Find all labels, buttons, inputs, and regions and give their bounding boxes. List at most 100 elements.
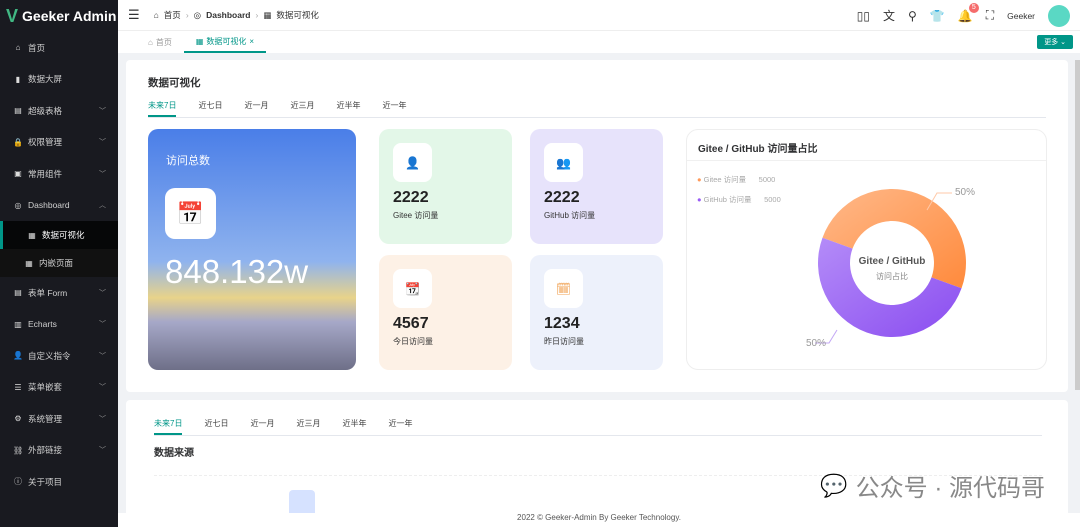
range-tab[interactable]: 近七日 [204, 418, 228, 435]
grid-icon: ▦ [263, 9, 272, 20]
sidebar-item[interactable]: ◎ Dashboard ︿ [0, 190, 118, 222]
bell-icon[interactable]: 🔔 5 [958, 2, 979, 23]
collapse-menu-icon[interactable]: ☰ [128, 7, 140, 23]
home-icon: ⌂ [148, 37, 153, 47]
source-title: 数据来源 [154, 448, 194, 459]
range-tab[interactable]: 近七日 [198, 100, 222, 117]
sidebar-item-label: 表单 Form [28, 287, 68, 298]
footer: 2022 © Geeker-Admin By Geeker Technology… [118, 513, 1080, 527]
tab-home[interactable]: ⌂ 首页 [136, 31, 184, 53]
range-tab[interactable]: 近半年 [336, 100, 360, 117]
menu-icon: ☰ [14, 382, 22, 392]
app-logo[interactable]: V Geeker Admin [0, 0, 118, 32]
user-icon: 👤 [13, 351, 23, 361]
sidebar-item-label: Dashboard [28, 200, 70, 211]
search-icon[interactable]: ⚲ [908, 9, 917, 23]
range-tab[interactable]: 未来7日 [148, 100, 177, 117]
pie-center-title: Gitee / GitHub [858, 256, 926, 267]
range-tab[interactable]: 未来7日 [154, 418, 183, 435]
sidebar-item-label: 菜单嵌套 [28, 382, 63, 393]
scrollbar[interactable] [1075, 60, 1080, 390]
donut-chart [815, 189, 966, 344]
sidebar-item-label: 自定义指令 [28, 350, 71, 361]
breadcrumb-current: 数据可视化 [276, 10, 319, 20]
header: ☰ ⌂ 首页 › ◎ Dashboard › ▦ 数据可视化 ▯▯ 文 ⚲ 👕 🔔 5 ⛶ … [118, 0, 1080, 31]
sidebar-item[interactable]: ⓘ 关于项目 [0, 466, 118, 498]
sidebar-item-label: 内嵌页面 [39, 258, 74, 268]
theme-icon[interactable]: 👕 [930, 9, 945, 23]
tab-label: 数据可视化 [206, 36, 247, 46]
more-button[interactable]: 更多 ⌄ [1037, 35, 1073, 49]
avatar[interactable] [1048, 4, 1070, 27]
breadcrumb-dashboard[interactable]: Dashboard [206, 10, 250, 20]
range-tab[interactable]: 近三月 [290, 100, 314, 117]
stat-value: 2222 [544, 189, 580, 206]
sidebar-item-label: 权限管理 [28, 137, 63, 148]
watermark-text: 公众号 · 源代码哥 [855, 475, 1045, 502]
sidebar-item[interactable]: ▤ 表单 Form ﹀ [0, 277, 118, 309]
close-icon[interactable]: × [249, 37, 254, 46]
range-tab[interactable]: 近一年 [388, 418, 412, 435]
bar-chart-icon: ▮ [15, 74, 21, 84]
breadcrumb-home[interactable]: 首页 [164, 9, 181, 21]
sidebar-item[interactable]: ☰ 菜单嵌套 ﹀ [0, 372, 118, 404]
tab-data-visualization[interactable]: ▦ 数据可视化 × [183, 31, 267, 53]
sidebar-item-label: 关于项目 [28, 476, 63, 487]
chevron-up-icon: ︿ [99, 202, 106, 210]
grid-icon: ▦ [25, 258, 33, 268]
page-title: 数据可视化 [148, 77, 201, 89]
sidebar-item-label: 数据大屏 [28, 74, 63, 85]
link-icon: ⛓ [13, 445, 24, 455]
chevron-down-icon: ﹀ [99, 139, 106, 147]
sidebar-item[interactable]: ▮ 数据大屏 [0, 64, 118, 96]
range-tab[interactable]: 近半年 [342, 418, 366, 435]
more-label: 更多 [1044, 39, 1059, 46]
tab-bar: ⌂ 首页 ▦ 数据可视化 × 更多 ⌄ [118, 31, 1080, 53]
sidebar: V Geeker Admin ⌂ 首页 ▮ 数据大屏 ▤ 超级表格 ﹀ 🔒 权限管理 ﹀ ▣ 常用组件 ﹀… [0, 0, 118, 527]
range-tab[interactable]: 近一年 [382, 100, 406, 117]
sidebar-item-label: 常用组件 [28, 168, 63, 179]
range-tab[interactable]: 近三月 [296, 418, 320, 435]
sidebar-item[interactable]: ▣ 常用组件 ﹀ [0, 158, 118, 190]
grid-icon: ▦ [195, 36, 204, 46]
pie-center-subtitle: 访问占比 [876, 272, 908, 281]
stat-value: 2222 [393, 189, 429, 206]
home-icon: ⌂ [153, 10, 159, 20]
range-tab[interactable]: 近一月 [244, 100, 268, 117]
stat-value: 1234 [544, 315, 580, 332]
sidebar-item[interactable]: ▥ Echarts ﹀ [0, 309, 118, 341]
chevron-down-icon: ﹀ [99, 384, 106, 392]
chevron-down-icon: ﹀ [99, 289, 106, 297]
sidebar-item[interactable]: 👤 自定义指令 ﹀ [0, 340, 118, 372]
sidebar-item[interactable]: ⚙ 系统管理 ﹀ [0, 403, 118, 435]
username[interactable]: Geeker [1007, 11, 1035, 21]
stat-label: Gitee 访问量 [393, 211, 439, 220]
layout-icon[interactable]: ▯▯ [857, 9, 870, 23]
dashboard-icon: ◎ [193, 9, 202, 20]
tab-label: 首页 [155, 37, 172, 47]
sidebar-item[interactable]: ▦ 内嵌页面 [0, 249, 118, 277]
translate-icon[interactable]: 文 [883, 7, 895, 24]
form-icon: ▤ [14, 288, 22, 298]
chart-icon: ▥ [14, 319, 22, 329]
notification-badge: 5 [968, 2, 979, 13]
chevron-down-icon: ﹀ [99, 447, 106, 455]
users-icon: 👥 [544, 143, 583, 182]
sidebar-item[interactable]: ▤ 超级表格 ﹀ [0, 95, 118, 127]
sidebar-item[interactable]: ⛓ 外部链接 ﹀ [0, 435, 118, 467]
sidebar-item-label: 数据可视化 [42, 230, 85, 240]
watermark: 💬 公众号 · 源代码哥 [820, 468, 1045, 503]
stat-label: GitHub 访问量 [544, 211, 596, 220]
info-icon: ⓘ [14, 477, 22, 487]
pie-label-gitee: 50% [955, 187, 976, 198]
fullscreen-icon[interactable]: ⛶ [986, 8, 994, 23]
gitee-stat-card: 👤 2222 Gitee 访问量 [379, 129, 512, 244]
sidebar-item-label: 首页 [28, 42, 46, 53]
sidebar-item-label: 外部链接 [28, 445, 63, 456]
sidebar-item[interactable]: 🔒 权限管理 ﹀ [0, 127, 118, 159]
sidebar-item[interactable]: ⌂ 首页 [0, 32, 118, 64]
sidebar-item[interactable]: ▦ 数据可视化 [0, 221, 118, 249]
range-tab[interactable]: 近一月 [250, 418, 274, 435]
home-icon: ⌂ [15, 43, 21, 53]
lock-icon: 🔒 [13, 137, 23, 147]
